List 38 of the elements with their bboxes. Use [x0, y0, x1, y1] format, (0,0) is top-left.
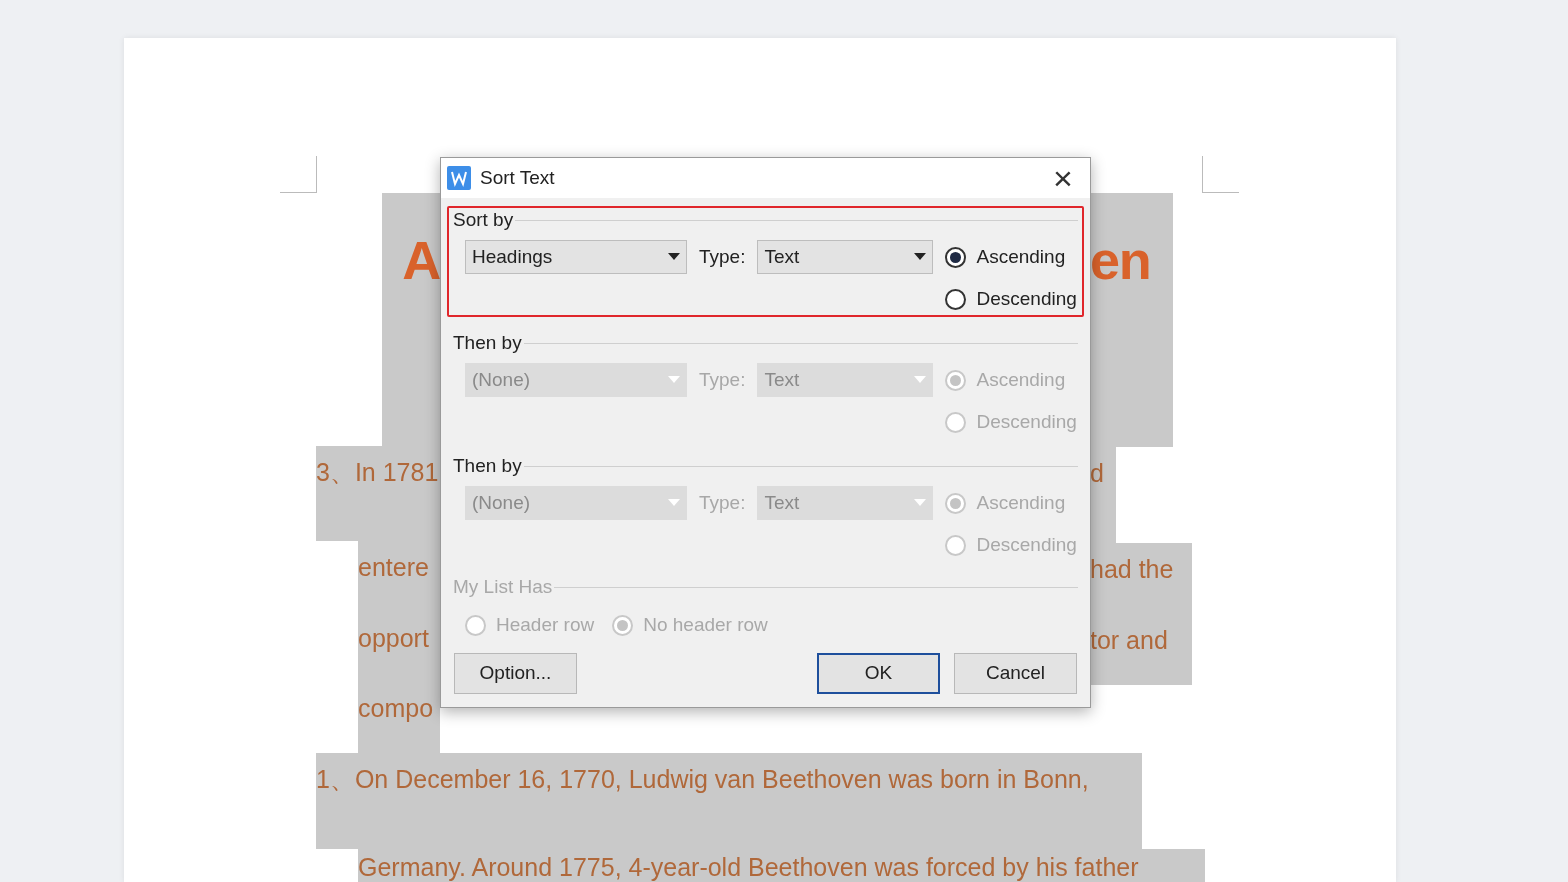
caret-icon: [668, 499, 680, 507]
dropdown[interactable]: Headings: [465, 240, 687, 274]
type-label: Type:: [699, 245, 746, 269]
document-text-fragment: compo: [358, 682, 440, 753]
dialog-button[interactable]: Cancel: [954, 653, 1077, 694]
radio-option[interactable]: Descending: [945, 285, 1077, 313]
radio-button[interactable]: [945, 246, 967, 268]
corner-mark: [280, 156, 317, 193]
caret-icon: [668, 376, 680, 384]
group-label: Then by: [453, 453, 522, 478]
type-label: Type:: [699, 368, 746, 392]
document-paragraph: 1、On December 16, 1770, Ludwig van Beethoven was born in Bonn,: [316, 753, 1142, 849]
ok-button[interactable]: OK: [817, 653, 940, 694]
group-label: Sort by: [453, 207, 514, 232]
app-icon: [447, 166, 471, 190]
corner-mark: [1202, 156, 1239, 193]
dialog-button[interactable]: Option...: [454, 653, 577, 694]
caret-icon: [914, 253, 927, 261]
caret-icon: [914, 499, 927, 507]
caret-icon: [668, 253, 680, 261]
type-label: Type:: [699, 491, 746, 515]
dropdown[interactable]: Text: [757, 240, 934, 274]
group-label: Then by: [453, 330, 522, 355]
group-label: My List Has: [453, 574, 553, 599]
document-title-fragment: A: [382, 193, 440, 446]
document-text-fragment: entere: [358, 541, 440, 612]
document-paragraph: Germany. Around 1775, 4-year-old Beethoven was forced by his father: [358, 849, 1205, 882]
document-text-fragment: tor and: [1090, 614, 1192, 685]
radio-option[interactable]: Ascending: [945, 243, 1077, 271]
document-title-fragment: en: [1090, 193, 1173, 447]
document-text-fragment: d: [1090, 447, 1116, 543]
close-button[interactable]: ×: [1048, 163, 1078, 193]
document-text-fragment: opport: [358, 611, 440, 683]
window-title: Sort Text: [480, 165, 555, 190]
document-text-fragment: had the: [1090, 543, 1192, 614]
document-text-fragment: 3、In 1781: [316, 445, 440, 542]
caret-icon: [914, 376, 927, 384]
radio-button[interactable]: [945, 288, 967, 310]
